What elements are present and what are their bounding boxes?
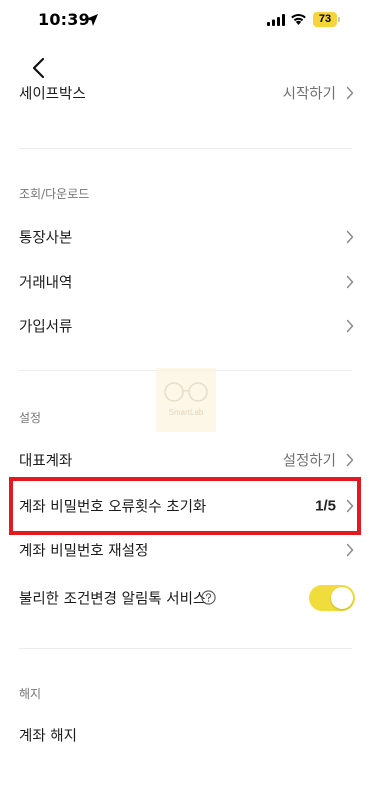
toggle-knob [331,587,353,609]
list-item-label: 계좌 비밀번호 오류횟수 초기화 [19,499,207,516]
safebox-label: 세이프박스 [19,86,86,103]
section-header-termination: 해지 [19,687,42,701]
list-item-label: 계좌 비밀번호 재설정 [19,543,149,560]
chevron-right-icon [346,230,354,244]
list-item-label: 불리한 조건변경 알림톡 서비스 [19,591,207,608]
battery-tip [338,17,340,22]
error-count-value: 1/5 [315,497,336,515]
back-button[interactable] [28,56,50,80]
section-divider [19,148,352,149]
help-icon[interactable] [201,590,216,605]
battery-indicator: 73 [313,12,337,27]
list-item-label: 계좌 해지 [19,728,77,745]
section-header-settings: 설정 [19,411,42,425]
list-item-representative-account[interactable]: 대표계좌 설정하기 [0,445,372,475]
watermark-text: SmartLab [168,408,204,417]
list-item-label: 가입서류 [19,319,73,336]
list-item-label: 대표계좌 [19,453,73,470]
location-arrow-icon [86,14,98,26]
chevron-right-icon [346,275,354,289]
list-item-transaction-history[interactable]: 거래내역 [0,267,372,297]
watermark-logo: SmartLab [156,368,216,432]
representative-account-value: 설정하기 [282,453,336,470]
chevron-right-icon [346,499,354,513]
list-item-bankbook-copy[interactable]: 통장사본 [0,222,372,252]
wifi-icon [291,13,306,25]
cellular-signal-icon [267,14,285,26]
list-item-label: 거래내역 [19,275,73,292]
chevron-right-icon [346,319,354,333]
status-bar: 10:39 73 [0,0,372,44]
list-item-close-account[interactable]: 계좌 해지 [0,720,372,750]
list-item-reset-password[interactable]: 계좌 비밀번호 재설정 [0,535,372,565]
safebox-row[interactable]: 세이프박스 시작하기 [0,86,372,114]
chevron-right-icon [346,453,354,467]
list-item-subscription-documents[interactable]: 가입서류 [0,311,372,341]
list-item-label: 통장사본 [19,230,73,247]
section-header-inquiry: 조회/다운로드 [19,187,90,201]
list-item-reset-password-error-count[interactable]: 계좌 비밀번호 오류횟수 초기화 1/5 [0,491,372,521]
alert-service-toggle[interactable] [309,585,355,611]
chevron-right-icon [346,543,354,557]
chevron-right-icon [346,86,354,100]
status-time: 10:39 [38,10,90,29]
safebox-value: 시작하기 [282,86,336,103]
section-divider [19,648,352,649]
glasses-icon [164,382,208,402]
